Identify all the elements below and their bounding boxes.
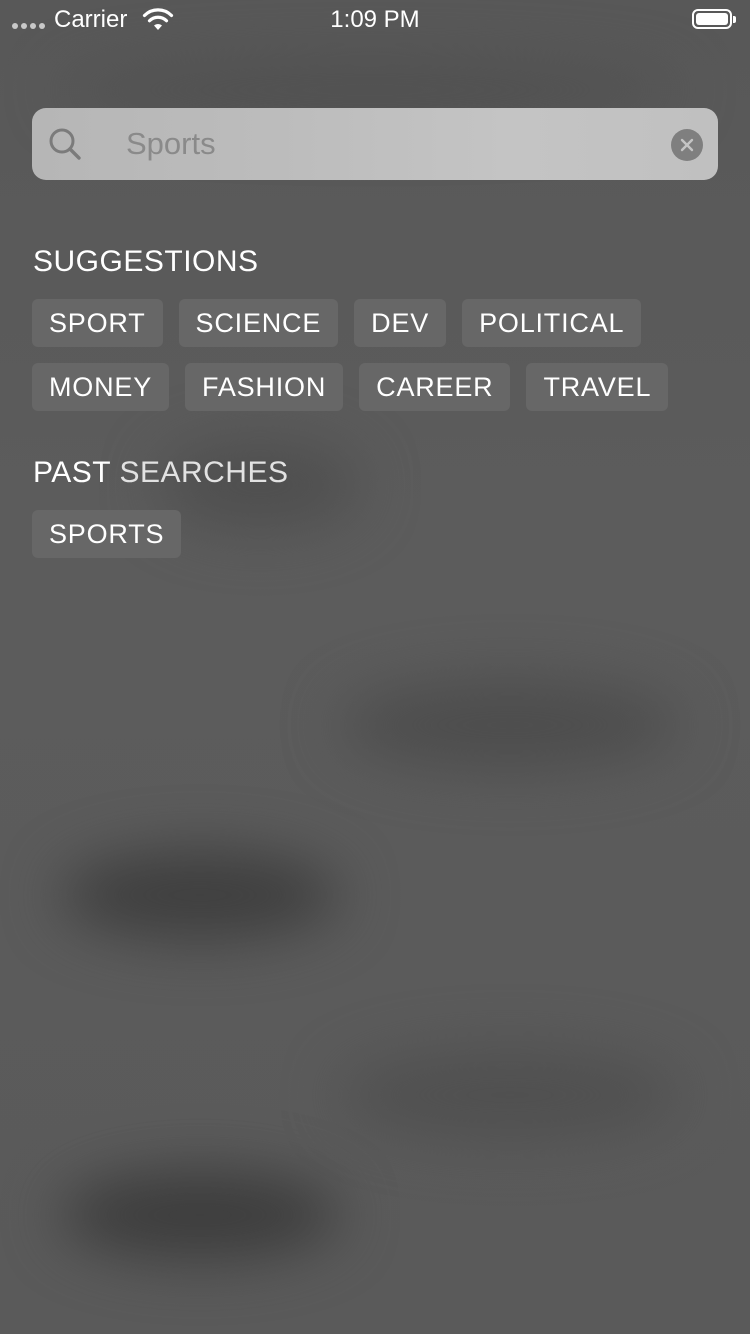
- past-searches-heading: PAST SEARCHES: [33, 456, 288, 490]
- blurred-background: [0, 0, 750, 1334]
- suggestion-chip-career[interactable]: CAREER: [359, 363, 511, 411]
- suggestion-chip-fashion[interactable]: FASHION: [185, 363, 344, 411]
- battery-icon: [692, 9, 736, 29]
- clear-search-button[interactable]: [671, 129, 703, 161]
- clear-icon: [680, 138, 694, 152]
- suggestions-row: SPORT SCIENCE DEV POLITICAL: [32, 299, 642, 347]
- past-searches-row: SPORTS: [32, 510, 182, 558]
- blurred-shape: [60, 1170, 340, 1260]
- suggestions-row: MONEY FASHION CAREER TRAVEL: [32, 363, 669, 411]
- suggestion-chip-dev[interactable]: DEV: [354, 299, 447, 347]
- search-bar[interactable]: [32, 108, 718, 180]
- status-time: 1:09 PM: [330, 6, 420, 33]
- past-searches-heading-part2: SEARCHES: [119, 456, 289, 489]
- suggestion-chip-sport[interactable]: SPORT: [32, 299, 163, 347]
- suggestion-chip-money[interactable]: MONEY: [32, 363, 170, 411]
- suggestions-heading: SUGGESTIONS: [33, 245, 259, 278]
- past-searches-heading-part1: PAST: [33, 456, 111, 489]
- past-search-chip-sports[interactable]: SPORTS: [32, 510, 182, 558]
- blurred-shape: [340, 1050, 680, 1140]
- suggestion-chip-travel[interactable]: TRAVEL: [526, 363, 669, 411]
- blurred-shape: [340, 680, 680, 770]
- status-bar: Carrier 1:09 PM: [0, 0, 750, 40]
- search-icon: [49, 128, 81, 160]
- blurred-shape: [60, 850, 340, 940]
- suggestion-chip-political[interactable]: POLITICAL: [462, 299, 642, 347]
- suggestion-chip-science[interactable]: SCIENCE: [178, 299, 339, 347]
- search-input[interactable]: [126, 122, 666, 166]
